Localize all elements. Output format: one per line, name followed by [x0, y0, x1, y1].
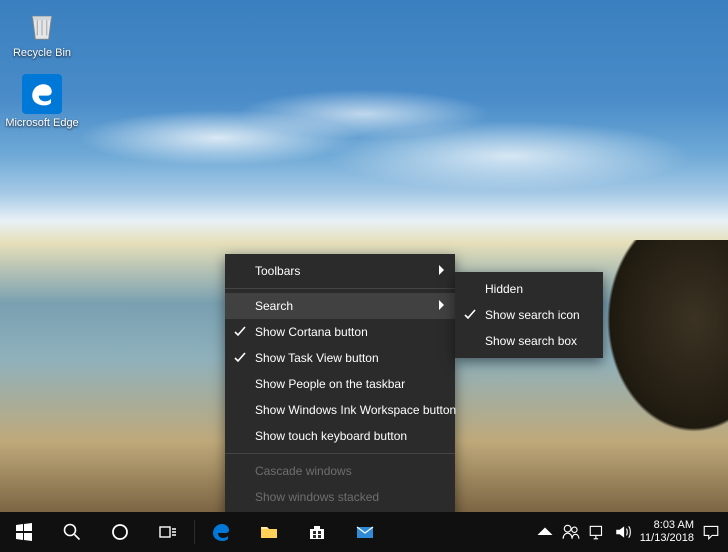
store-icon: [307, 522, 327, 542]
task-view-button[interactable]: [144, 512, 192, 552]
submenu-item-show-search-box[interactable]: Show search box: [455, 328, 603, 354]
menu-separator: [225, 453, 455, 454]
action-center-icon[interactable]: [702, 523, 720, 541]
chevron-right-icon: [437, 264, 445, 278]
menu-item-show-people[interactable]: Show People on the taskbar: [225, 371, 455, 397]
edge-icon: [22, 74, 62, 114]
cortana-button[interactable]: [96, 512, 144, 552]
taskbar-app-explorer[interactable]: [245, 512, 293, 552]
folder-icon: [259, 522, 279, 542]
submenu-item-show-search-icon[interactable]: Show search icon: [455, 302, 603, 328]
wallpaper-clouds: [0, 90, 728, 210]
search-submenu: Hidden Show search icon Show search box: [455, 272, 603, 358]
menu-item-label: Show Task View button: [255, 351, 379, 365]
chevron-right-icon: [437, 299, 445, 313]
menu-item-show-cortana[interactable]: Show Cortana button: [225, 319, 455, 345]
menu-item-label: Show touch keyboard button: [255, 429, 407, 443]
desktop[interactable]: Recycle Bin Microsoft Edge Toolbars Sear…: [0, 0, 728, 552]
taskbar-app-mail[interactable]: [341, 512, 389, 552]
menu-item-label: Toolbars: [255, 264, 300, 278]
desktop-icon-label: Microsoft Edge: [4, 117, 80, 129]
menu-item-label: Show windows stacked: [255, 490, 379, 504]
edge-icon: [211, 522, 231, 542]
menu-item-cascade: Cascade windows: [225, 458, 455, 484]
menu-item-label: Search: [255, 299, 293, 313]
menu-item-label: Show Cortana button: [255, 325, 368, 339]
mail-icon: [355, 522, 375, 542]
desktop-icon-edge[interactable]: Microsoft Edge: [4, 74, 80, 129]
menu-separator: [225, 288, 455, 289]
task-view-icon: [158, 522, 178, 542]
menu-item-search[interactable]: Search: [225, 293, 455, 319]
check-icon: [464, 309, 476, 321]
search-button[interactable]: [48, 512, 96, 552]
taskbar-app-edge[interactable]: [197, 512, 245, 552]
tray-clock[interactable]: 8:03 AM 11/13/2018: [640, 519, 694, 545]
windows-icon: [14, 522, 34, 542]
menu-item-label: Show Windows Ink Workspace button: [255, 403, 456, 417]
network-icon[interactable]: [588, 523, 606, 541]
menu-item-label: Show People on the taskbar: [255, 377, 405, 391]
menu-item-label: Show search icon: [485, 308, 580, 322]
check-icon: [234, 352, 246, 364]
menu-item-label: Cascade windows: [255, 464, 352, 478]
start-button[interactable]: [0, 512, 48, 552]
people-icon[interactable]: [562, 523, 580, 541]
check-icon: [234, 326, 246, 338]
system-tray: 8:03 AM 11/13/2018: [528, 512, 728, 552]
volume-icon[interactable]: [614, 523, 632, 541]
taskbar-app-store[interactable]: [293, 512, 341, 552]
menu-item-show-ink[interactable]: Show Windows Ink Workspace button: [225, 397, 455, 423]
taskbar: 8:03 AM 11/13/2018: [0, 512, 728, 552]
menu-item-label: Hidden: [485, 282, 523, 296]
tray-date: 11/13/2018: [640, 532, 694, 545]
taskbar-context-menu: Toolbars Search Show Cortana button Show…: [225, 254, 455, 552]
menu-item-show-touch-keyboard[interactable]: Show touch keyboard button: [225, 423, 455, 449]
recycle-bin-icon: [22, 4, 62, 44]
menu-item-label: Show search box: [485, 334, 577, 348]
desktop-icon-recycle-bin[interactable]: Recycle Bin: [4, 4, 80, 59]
taskbar-separator: [194, 520, 195, 544]
cortana-icon: [110, 522, 130, 542]
tray-chevron-up-icon[interactable]: [536, 523, 554, 541]
menu-item-stacked: Show windows stacked: [225, 484, 455, 510]
desktop-icon-label: Recycle Bin: [4, 47, 80, 59]
search-icon: [62, 522, 82, 542]
submenu-item-hidden[interactable]: Hidden: [455, 276, 603, 302]
menu-item-show-task-view[interactable]: Show Task View button: [225, 345, 455, 371]
menu-item-toolbars[interactable]: Toolbars: [225, 258, 455, 284]
tray-time: 8:03 AM: [640, 519, 694, 532]
